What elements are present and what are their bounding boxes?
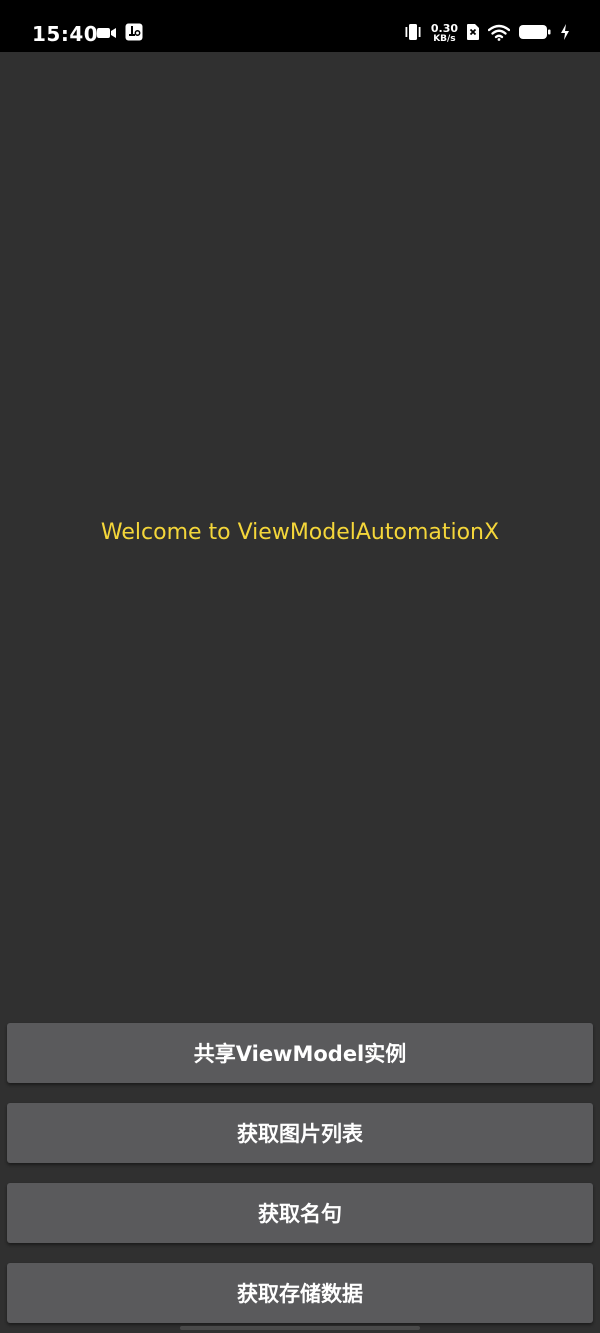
home-indicator[interactable]	[180, 1326, 420, 1330]
net-speed-unit: KB/s	[433, 34, 456, 44]
welcome-text: Welcome to ViewModelAutomationX	[100, 520, 500, 545]
sim-off-icon	[466, 23, 480, 45]
status-time: 15:40	[32, 22, 99, 46]
get-stored-data-button[interactable]: 获取存储数据	[7, 1263, 593, 1323]
get-image-list-button[interactable]: 获取图片列表	[7, 1103, 593, 1163]
vibrate-icon	[403, 23, 423, 45]
battery-icon	[518, 23, 552, 45]
main-content: Welcome to ViewModelAutomationX 共享ViewMo…	[0, 52, 600, 1333]
usb-debug-icon	[125, 23, 143, 45]
wifi-icon	[487, 24, 511, 45]
camera-icon	[97, 25, 117, 44]
status-left-icons	[97, 23, 143, 45]
net-speed-value: 0.30	[430, 22, 458, 35]
get-quote-button[interactable]: 获取名句	[7, 1183, 593, 1243]
share-viewmodel-button[interactable]: 共享ViewModel实例	[7, 1023, 593, 1083]
status-right-icons: 0.30 KB/s	[403, 20, 570, 48]
charging-icon	[560, 23, 570, 45]
net-speed: 0.30 KB/s	[430, 22, 458, 44]
status-bar: 15:40 0.30 KB/s	[0, 0, 600, 52]
